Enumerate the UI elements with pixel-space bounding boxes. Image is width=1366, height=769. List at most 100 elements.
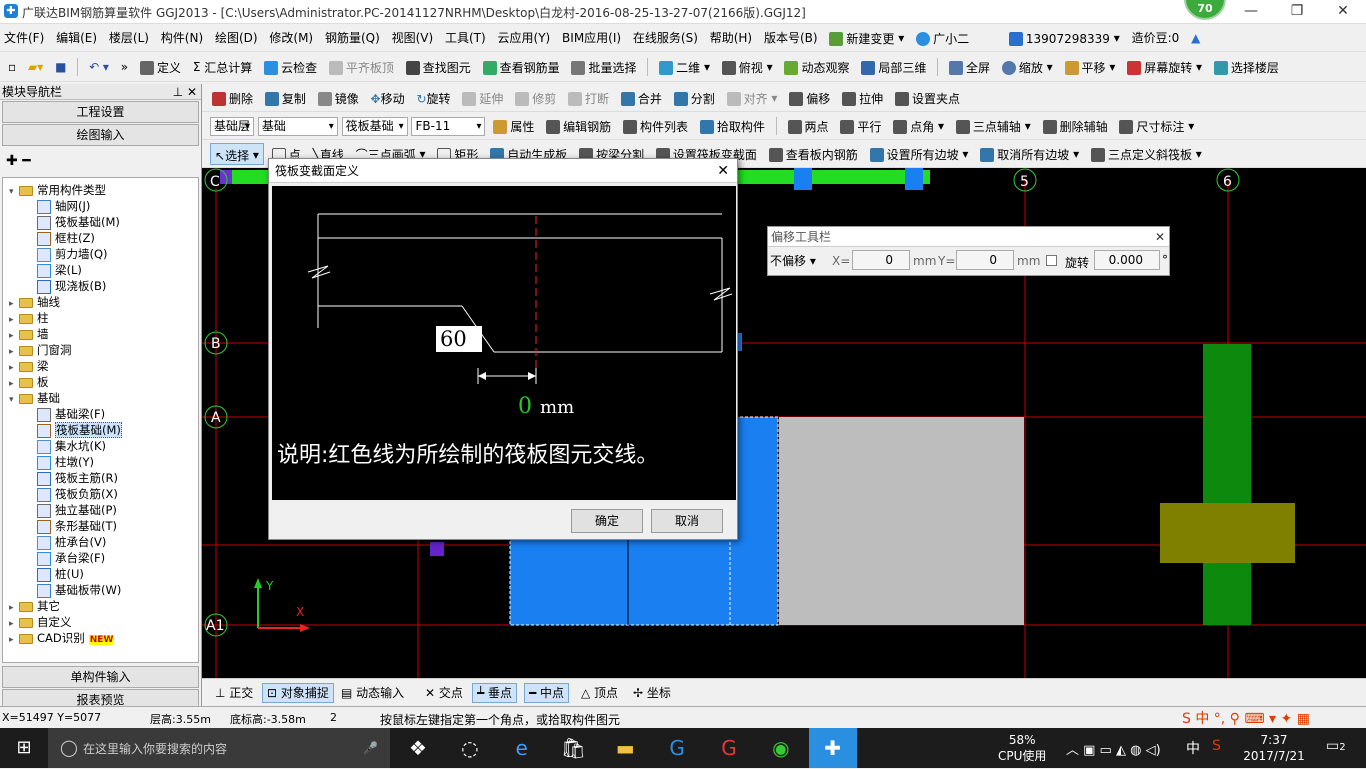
- toolbar-more-icon[interactable]: »: [117, 56, 132, 78]
- screen-rotate-dropdown[interactable]: 屏幕旋转 ▾: [1123, 56, 1206, 78]
- set-grip-button[interactable]: 设置夹点: [891, 87, 964, 109]
- properties-button[interactable]: 属性: [489, 115, 538, 137]
- menu-component[interactable]: 构件(N): [157, 27, 207, 49]
- select-tool-button[interactable]: ↖ 选择 ▾: [210, 143, 264, 165]
- green-beam[interactable]: [1203, 344, 1251, 625]
- delete-button[interactable]: 删除: [208, 87, 257, 109]
- tree-item[interactable]: 柱墩(Y): [37, 454, 94, 470]
- define-button[interactable]: 定义: [136, 56, 185, 78]
- tray-icons[interactable]: ︿ ▣ ▭ ◭ ◍ ◁): [1066, 739, 1161, 758]
- ggj-active-icon[interactable]: ✚: [808, 728, 857, 768]
- batch-select-button[interactable]: 批量选择: [567, 56, 640, 78]
- tree-item[interactable]: 梁(L): [37, 262, 82, 278]
- windows-start-icon[interactable]: ⊞: [0, 728, 48, 768]
- tree-item[interactable]: ▾ 常用构件类型: [9, 182, 106, 198]
- rotate-checkbox[interactable]: [1046, 255, 1057, 266]
- pick-component-button[interactable]: 拾取构件: [696, 115, 769, 137]
- view-2d-dropdown[interactable]: 二维 ▾: [655, 56, 714, 78]
- menu-assistant[interactable]: 广小二: [912, 27, 973, 49]
- new-file-icon[interactable]: ▫: [4, 56, 20, 78]
- project-settings-button[interactable]: 工程设置: [2, 101, 199, 123]
- sogou-ime-icon[interactable]: S 中 °, ⚲ ⌨ ▾ ✦ ▦: [1182, 708, 1310, 728]
- tree-item[interactable]: 基础梁(F): [37, 406, 105, 422]
- menu-bim[interactable]: BIM应用(I): [558, 27, 625, 49]
- menu-draw[interactable]: 绘图(D): [211, 27, 262, 49]
- pan-dropdown[interactable]: 平移 ▾: [1061, 56, 1120, 78]
- account-phone[interactable]: 13907298339 ▾: [1005, 27, 1124, 49]
- mirror-button[interactable]: 镜像: [314, 87, 363, 109]
- dynamic-view-button[interactable]: 动态观察: [780, 56, 853, 78]
- save-icon[interactable]: ■: [51, 56, 70, 78]
- object-snap-toggle[interactable]: ⊡ 对象捕捉: [262, 683, 334, 703]
- menu-cloud[interactable]: 云应用(Y): [494, 27, 555, 49]
- ok-button[interactable]: 确定: [571, 509, 643, 533]
- menu-file[interactable]: 文件(F): [0, 27, 48, 49]
- tree-item[interactable]: ▸ 轴线: [9, 294, 60, 310]
- undo-icon[interactable]: ↶ ▾: [85, 56, 113, 78]
- type-select[interactable]: 筏板基础: [341, 116, 408, 136]
- tree-item[interactable]: 承台梁(F): [37, 550, 105, 566]
- store-icon[interactable]: 🛍: [549, 728, 597, 768]
- expanded-icon[interactable]: ▾: [9, 392, 19, 408]
- taskbar-search[interactable]: ◯ 在这里输入你要搜索的内容 🎤: [48, 728, 390, 768]
- vertex-snap-toggle[interactable]: △ 顶点: [576, 683, 623, 703]
- tree-item[interactable]: 筏板主筋(R): [37, 470, 118, 486]
- tree-item[interactable]: ▸ CAD识别 NEW: [9, 630, 115, 648]
- find-element-button[interactable]: 查找图元: [402, 56, 475, 78]
- menu-view[interactable]: 视图(V): [388, 27, 438, 49]
- summary-calc-button[interactable]: Σ 汇总计算: [189, 56, 256, 78]
- restore-icon[interactable]: ❐: [1274, 0, 1320, 24]
- move-button[interactable]: ✥ 移动: [367, 87, 409, 109]
- tree-item[interactable]: 条形基础(T): [37, 518, 117, 534]
- coordinate-snap-toggle[interactable]: ✢ 坐标: [628, 683, 676, 703]
- tree-item[interactable]: ▾ 基础: [9, 390, 60, 406]
- tree-item[interactable]: ▸ 墙: [9, 326, 49, 342]
- tree-item[interactable]: 桩(U): [37, 566, 84, 582]
- tree-item[interactable]: 桩承台(V): [37, 534, 106, 550]
- slope-width-input[interactable]: 60: [436, 326, 482, 352]
- ortho-toggle[interactable]: ⊥ 正交: [210, 683, 258, 703]
- component-name-select[interactable]: FB-11: [411, 116, 486, 136]
- tree-item[interactable]: 基础板带(W): [37, 582, 121, 598]
- cancel-button[interactable]: 取消: [651, 509, 723, 533]
- raft-slab-grey[interactable]: [779, 417, 1024, 625]
- tree-item[interactable]: ▸ 柱: [9, 310, 49, 326]
- draw-input-button[interactable]: 绘图输入: [2, 124, 199, 146]
- edit-rebar-button[interactable]: 编辑钢筋: [542, 115, 615, 137]
- tree-item[interactable]: 独立基础(P): [37, 502, 117, 518]
- tree-item[interactable]: 轴网(J): [37, 198, 90, 214]
- menu-online[interactable]: 在线服务(S): [629, 27, 702, 49]
- expand-all-icon[interactable]: ✚: [6, 153, 18, 169]
- tree-item[interactable]: ▸ 门窗洞: [9, 342, 72, 358]
- zoom-dropdown[interactable]: 缩放 ▾: [998, 56, 1057, 78]
- close-icon[interactable]: ✕: [1320, 0, 1366, 24]
- menu-floor[interactable]: 楼层(L): [105, 27, 153, 49]
- point-angle-button[interactable]: 点角 ▾: [889, 115, 948, 137]
- two-points-button[interactable]: 两点: [784, 115, 833, 137]
- dimension-button[interactable]: 尺寸标注 ▾: [1115, 115, 1198, 137]
- break-button[interactable]: 打断: [564, 87, 613, 109]
- pin-icon[interactable]: ⊥ ✕: [173, 84, 197, 100]
- copy-button[interactable]: 复制: [261, 87, 310, 109]
- tree-item[interactable]: 剪力墙(Q): [37, 246, 108, 262]
- collapsed-icon[interactable]: ▸: [9, 632, 19, 648]
- cancel-all-slopes-button[interactable]: 取消所有边坡 ▾: [976, 143, 1083, 165]
- glodon-red-icon[interactable]: G: [705, 728, 753, 768]
- floor-select[interactable]: 基础层: [210, 116, 254, 136]
- offset-button[interactable]: 偏移: [785, 87, 834, 109]
- menu-modify[interactable]: 修改(M): [265, 27, 317, 49]
- menu-edit[interactable]: 编辑(E): [52, 27, 101, 49]
- sogou-tray-icon[interactable]: S: [1212, 738, 1221, 754]
- perpendicular-snap-toggle[interactable]: ┷ 垂点: [472, 683, 518, 703]
- component-list-button[interactable]: 构件列表: [619, 115, 692, 137]
- microphone-icon[interactable]: 🎤: [363, 728, 378, 768]
- y-offset-input[interactable]: 0: [956, 250, 1014, 270]
- cloud-check-button[interactable]: 云检查: [260, 56, 321, 78]
- tree-item[interactable]: 集水坑(K): [37, 438, 106, 454]
- tree-item[interactable]: 框柱(Z): [37, 230, 95, 246]
- local-3d-button[interactable]: 局部三维: [857, 56, 930, 78]
- glodon-g-icon[interactable]: G: [653, 728, 701, 768]
- olive-block[interactable]: [1160, 503, 1295, 563]
- minimize-icon[interactable]: —: [1228, 0, 1274, 24]
- notification-icon[interactable]: ▭2: [1326, 738, 1346, 754]
